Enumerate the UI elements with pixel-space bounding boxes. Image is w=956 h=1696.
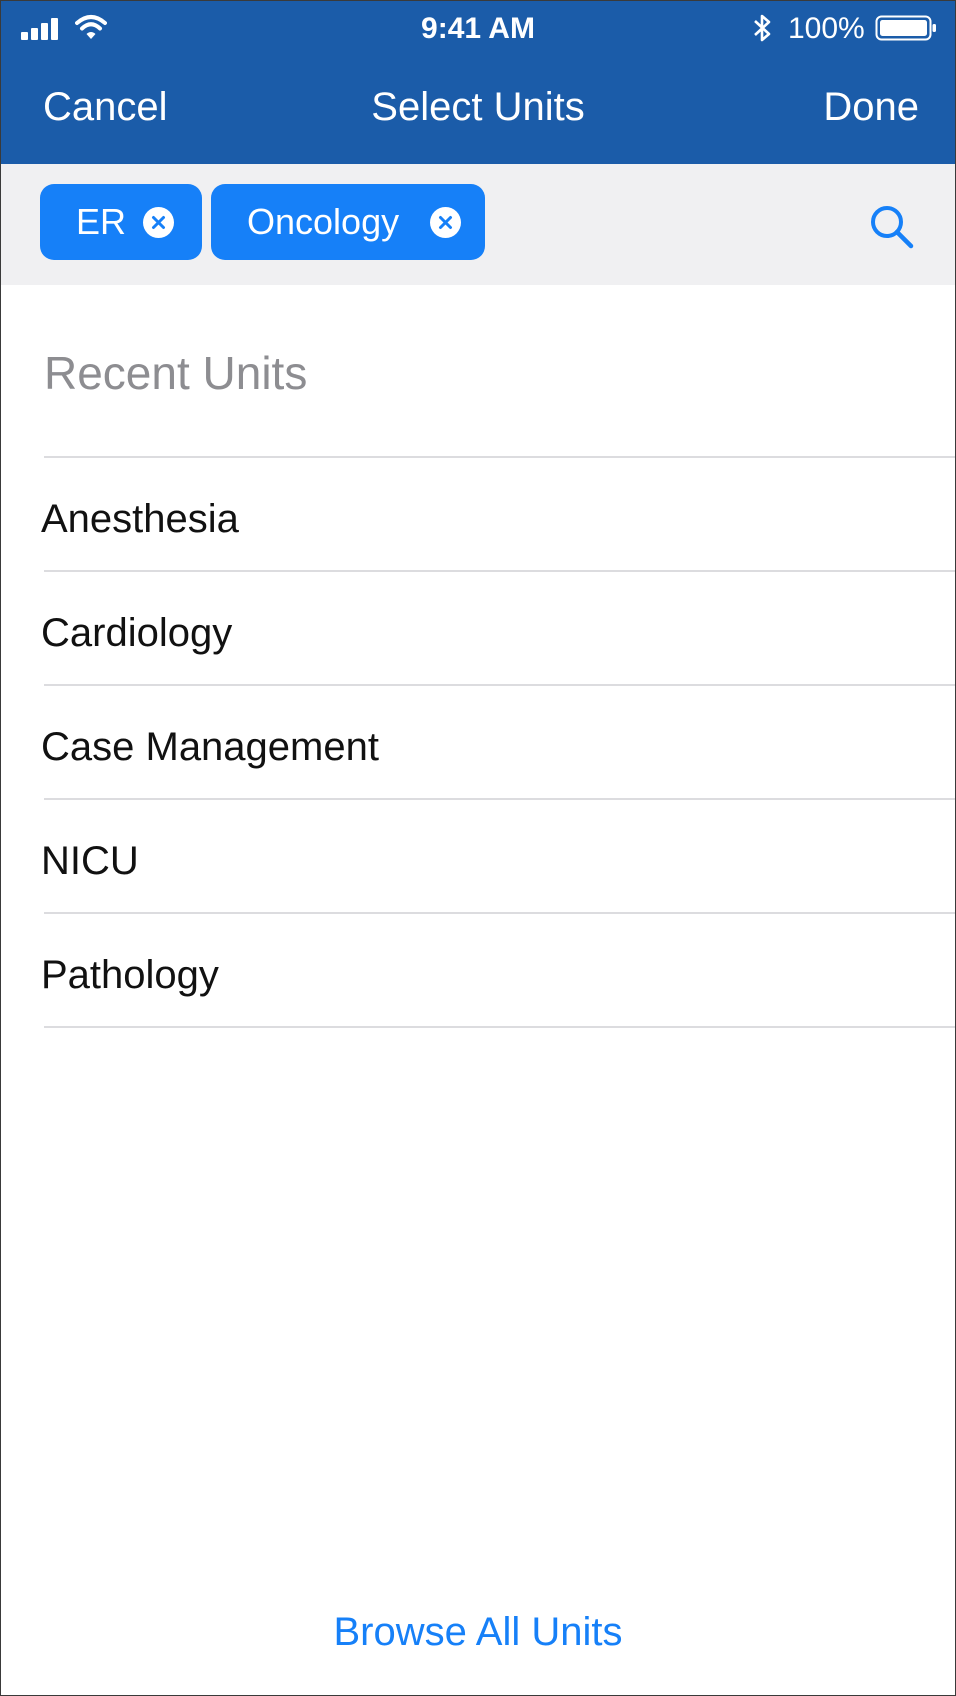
remove-icon[interactable] xyxy=(143,207,174,238)
divider xyxy=(44,1026,955,1028)
battery-percent: 100% xyxy=(788,12,865,45)
done-button[interactable]: Done xyxy=(823,85,919,130)
selected-unit-chip-oncology[interactable]: Oncology xyxy=(211,184,485,260)
selected-unit-chip-er[interactable]: ER xyxy=(40,184,202,260)
chip-label: ER xyxy=(76,201,127,242)
list-item-label: Cardiology xyxy=(41,611,233,655)
select-units-screen: 9:41 AM 100% Cancel Select Units Done ER xyxy=(0,0,956,1696)
list-item[interactable]: Case Management xyxy=(1,686,955,800)
list-item[interactable]: Anesthesia xyxy=(1,458,955,572)
battery-icon xyxy=(875,15,936,41)
remove-icon[interactable] xyxy=(430,207,461,238)
list-item-label: Anesthesia xyxy=(41,497,239,541)
nav-bar: Cancel Select Units Done xyxy=(1,55,955,164)
status-bar: 9:41 AM 100% xyxy=(1,1,955,55)
list-item-label: NICU xyxy=(41,839,139,883)
list-item[interactable]: Pathology xyxy=(1,914,955,1028)
section-header-recent-units: Recent Units xyxy=(44,347,308,399)
list-item[interactable]: Cardiology xyxy=(1,572,955,686)
recent-units-list: Anesthesia Cardiology Case Management NI… xyxy=(1,458,955,1028)
list-item[interactable]: NICU xyxy=(1,800,955,914)
bluetooth-icon xyxy=(754,14,771,42)
selected-units-bar: ER Oncology xyxy=(1,164,955,285)
list-item-label: Pathology xyxy=(41,953,219,997)
search-icon[interactable] xyxy=(867,202,915,250)
chip-label: Oncology xyxy=(247,201,400,242)
browse-all-units-link[interactable]: Browse All Units xyxy=(1,1610,955,1655)
page-title: Select Units xyxy=(371,85,585,129)
header: 9:41 AM 100% Cancel Select Units Done xyxy=(1,1,955,164)
list-item-label: Case Management xyxy=(41,725,379,769)
